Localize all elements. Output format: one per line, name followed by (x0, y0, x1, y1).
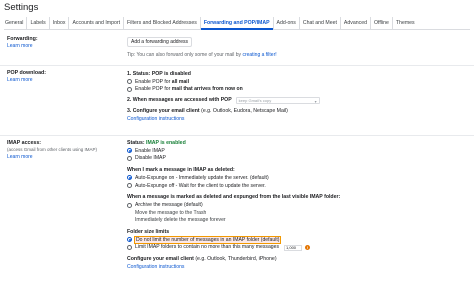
imap-client-heading: Configure your email client (e.g. Outloo… (127, 255, 467, 263)
pop-access-heading-text: 2. When messages are accessed with POP (127, 97, 232, 104)
imap-access-section: IMAP access: (access Gmail from other cl… (0, 137, 474, 295)
auto-expunge-on-text: Auto-Expunge on - Immediately update the… (135, 174, 269, 181)
limit-folders-select[interactable]: 1,000 (284, 244, 303, 251)
pop-enable-all-radio[interactable] (127, 79, 132, 85)
forwarding-label: Forwarding: (7, 36, 38, 42)
tab-accounts-and-import[interactable]: Accounts and Import (69, 17, 125, 29)
archive-message-radio[interactable] (127, 202, 132, 208)
auto-expunge-on-option[interactable]: Auto-Expunge on - Immediately update the… (127, 174, 467, 182)
pop-status-prefix: 1. Status: (127, 70, 151, 77)
move-to-trash-option[interactable]: Move the message to the Trash (127, 209, 467, 217)
imap-enable-radio[interactable] (127, 148, 132, 154)
create-filter-link[interactable]: creating a filter! (242, 52, 276, 58)
imap-status-value: IMAP is enabled (146, 139, 186, 146)
pop-access-select-value: keep Gmail's copy (238, 97, 272, 103)
page-title: Settings (4, 2, 39, 13)
imap-status-prefix: Status: (127, 139, 145, 146)
auto-expunge-off-radio[interactable] (127, 183, 132, 189)
pop-enable-now-bold: mail that arrives from now on (171, 86, 243, 93)
imap-config-row: Configuration instructions (127, 263, 467, 271)
pop-status: 1. Status: POP is disabled (127, 70, 467, 78)
pop-enable-now-prefix: Enable POP for (135, 86, 171, 93)
move-to-trash-text: Move the message to the Trash (135, 209, 207, 216)
imap-client-heading-text: Configure your email client (127, 256, 194, 263)
archive-message-text: Archive the message (default) (135, 202, 203, 209)
imap-expunged-heading: When a message is marked as deleted and … (127, 194, 341, 201)
tab-filters-and-blocked-addresses[interactable]: Filters and Blocked Addresses (124, 17, 201, 29)
delete-forever-option[interactable]: Immediately delete the message forever (127, 217, 467, 225)
no-limit-option[interactable]: Do not limit the number of messages in a… (127, 235, 467, 245)
tab-themes[interactable]: Themes (393, 17, 418, 29)
auto-expunge-on-radio[interactable] (127, 175, 132, 181)
tab-forwarding-and-pop-imap[interactable]: Forwarding and POP/IMAP (200, 17, 274, 30)
tab-chat-and-meet[interactable]: Chat and Meet (300, 17, 341, 29)
pop-configuration-instructions-link[interactable]: Configuration instructions (127, 116, 184, 122)
tab-labels[interactable]: Labels (27, 17, 50, 29)
folder-size-limits-heading: Folder size limits (127, 229, 170, 236)
warning-icon: ! (305, 245, 311, 251)
pop-download-label: POP download: (7, 70, 47, 76)
pop-client-heading-text: 3. Configure your email client (127, 108, 200, 115)
no-limit-text: Do not limit the number of messages in a… (133, 235, 282, 245)
imap-disable-radio[interactable] (127, 155, 132, 161)
pop-enable-now-option[interactable]: Enable POP for mail that arrives from no… (127, 86, 467, 94)
pop-enable-now-radio[interactable] (127, 86, 132, 92)
imap-disable-option[interactable]: Disable IMAP (127, 155, 467, 163)
auto-expunge-off-option[interactable]: Auto-Expunge off - Wait for the client t… (127, 182, 467, 190)
add-forwarding-address-button[interactable]: Add a forwarding address (127, 37, 192, 47)
tab-offline[interactable]: Offline (371, 17, 393, 29)
forwarding-section: Forwarding: Learn more Add a forwarding … (0, 34, 474, 66)
tab-inbox[interactable]: Inbox (50, 17, 70, 29)
pop-enable-all-option[interactable]: Enable POP for all mail (127, 78, 467, 86)
imap-enable-text: Enable IMAP (135, 147, 165, 154)
archive-message-option[interactable]: Archive the message (default) (127, 201, 467, 209)
tab-add-ons[interactable]: Add-ons (274, 17, 300, 29)
tab-advanced[interactable]: Advanced (341, 17, 371, 29)
forwarding-tip: Tip: You can also forward only some of y… (127, 52, 467, 58)
limit-folders-text: Limit IMAP folders to contain no more th… (135, 244, 280, 251)
imap-deleted-heading: When I mark a message in IMAP as deleted… (127, 167, 235, 174)
pop-enable-all-bold: all mail (171, 78, 190, 85)
limit-folders-option[interactable]: Limit IMAP folders to contain no more th… (127, 244, 467, 252)
limit-folders-radio[interactable] (127, 245, 132, 251)
forwarding-tip-text: Tip: You can also forward only some of y… (127, 52, 242, 58)
imap-learn-more-link[interactable]: Learn more (7, 154, 97, 160)
settings-tabs: General Labels Inbox Accounts and Import… (4, 17, 470, 30)
pop-access-heading: 2. When messages are accessed with POP k… (127, 96, 467, 104)
imap-access-sub: (access Gmail from other clients using I… (7, 147, 98, 153)
pop-download-section: POP download: Learn more 1. Status: POP … (0, 67, 474, 136)
chevron-down-icon: ▾ (314, 98, 317, 104)
forwarding-learn-more-link[interactable]: Learn more (7, 43, 38, 49)
pop-config-row: Configuration instructions (127, 115, 467, 123)
imap-status: Status: IMAP is enabled (127, 139, 467, 147)
no-limit-radio[interactable] (127, 237, 132, 243)
pop-access-select[interactable]: keep Gmail's copy ▾ (235, 96, 320, 104)
pop-status-value: POP is disabled (151, 70, 191, 77)
imap-disable-text: Disable IMAP (135, 155, 166, 162)
imap-configuration-instructions-link[interactable]: Configuration instructions (127, 264, 184, 270)
auto-expunge-off-text: Auto-Expunge off - Wait for the client t… (135, 182, 266, 189)
pop-client-heading: 3. Configure your email client (e.g. Out… (127, 107, 467, 115)
pop-enable-all-prefix: Enable POP for (135, 78, 171, 85)
tab-general[interactable]: General (4, 17, 28, 29)
imap-access-label: IMAP access: (7, 140, 42, 146)
imap-client-note: (e.g. Outlook, Thunderbird, iPhone) (195, 256, 277, 263)
delete-forever-text: Immediately delete the message forever (135, 217, 226, 224)
pop-client-note: (e.g. Outlook, Eudora, Netscape Mail) (201, 108, 288, 115)
pop-learn-more-link[interactable]: Learn more (7, 77, 46, 83)
imap-enable-option[interactable]: Enable IMAP (127, 147, 467, 155)
